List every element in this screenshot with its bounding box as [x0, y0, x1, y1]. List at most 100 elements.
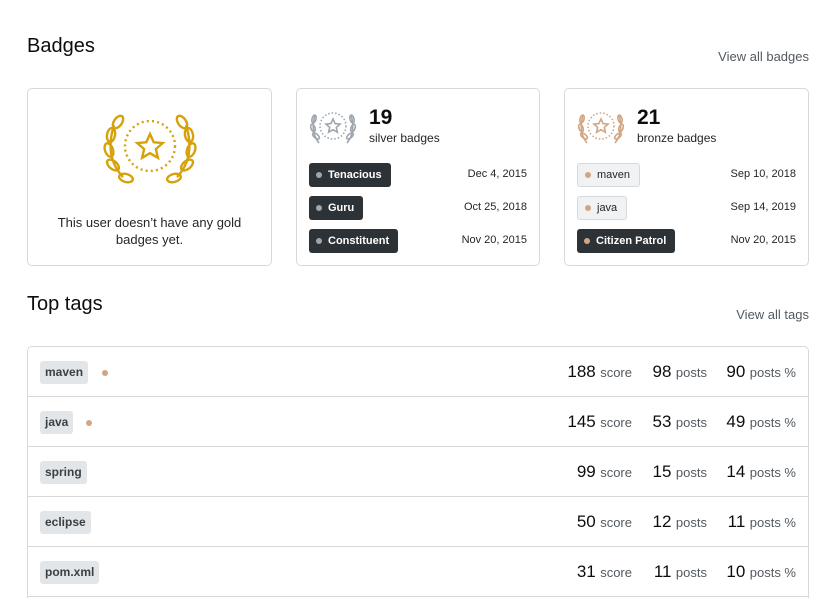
badge-name: Constituent — [328, 235, 390, 247]
bronze-dot-icon — [584, 238, 590, 244]
percent-unit: posts % — [749, 365, 796, 380]
table-row[interactable]: pom.xml 31 score 11 posts 10 posts % — [28, 547, 808, 597]
badge-name: Citizen Patrol — [596, 235, 667, 247]
posts-unit: posts — [675, 515, 707, 530]
badge-date: Nov 20, 2015 — [461, 234, 527, 246]
badge-row: Tenacious Dec 4, 2015 — [309, 163, 527, 187]
tag-posts: 15 posts — [653, 462, 707, 482]
badge-citizen-patrol[interactable]: Citizen Patrol — [577, 229, 676, 253]
posts-unit: posts — [675, 565, 707, 580]
score-unit: score — [600, 565, 632, 580]
tag-maven[interactable]: maven — [40, 361, 89, 384]
badge-name: Tenacious — [328, 169, 382, 181]
tag-posts: 11 posts — [654, 562, 707, 582]
silver-badge-count: 19 — [369, 106, 393, 129]
badge-date: Sep 14, 2019 — [730, 201, 796, 213]
view-all-badges-link[interactable]: View all badges — [718, 49, 809, 64]
tag-posts: 53 posts — [653, 412, 707, 432]
posts-value: 15 — [652, 462, 672, 481]
tag-pom-xml[interactable]: pom.xml — [40, 561, 100, 584]
score-value: 188 — [567, 362, 596, 381]
percent-unit: posts % — [749, 465, 796, 480]
top-tags-header: Top tags View all tags — [27, 293, 809, 323]
tag-score: 50 score — [577, 512, 632, 532]
posts-unit: posts — [675, 365, 707, 380]
tag-posts-percent: 10 posts % — [726, 562, 796, 582]
tag-posts-percent: 14 posts % — [726, 462, 796, 482]
badges-header: Badges View all badges — [27, 35, 809, 65]
bronze-dot-icon — [585, 205, 591, 211]
badge-java[interactable]: java — [577, 196, 628, 220]
tag-java[interactable]: java — [40, 411, 74, 434]
badge-constituent[interactable]: Constituent — [309, 229, 399, 253]
percent-value: 14 — [726, 462, 746, 481]
percent-value: 49 — [726, 412, 746, 431]
badge-date: Oct 25, 2018 — [464, 201, 527, 213]
score-value: 50 — [576, 512, 596, 531]
percent-unit: posts % — [749, 565, 796, 580]
score-value: 99 — [576, 462, 596, 481]
silver-badges-card: 19 silver badges Tenacious Dec 4, 2015 G… — [296, 88, 540, 266]
posts-unit: posts — [675, 415, 707, 430]
view-all-tags-link[interactable]: View all tags — [736, 307, 809, 322]
tag-score: 145 score — [567, 412, 632, 432]
bronze-badge-dot-icon — [102, 370, 108, 376]
badge-name: maven — [597, 169, 631, 181]
tag-score: 99 score — [577, 462, 632, 482]
score-value: 145 — [567, 412, 596, 431]
badge-date: Dec 4, 2015 — [467, 168, 527, 180]
bronze-badge-dot-icon — [86, 420, 92, 426]
badge-row: Constituent Nov 20, 2015 — [309, 229, 527, 253]
table-row[interactable]: java 145 score 53 posts 49 posts % — [28, 397, 808, 447]
bronze-badges-card: 21 bronze badges maven Sep 10, 2018 java… — [564, 88, 809, 266]
badge-guru[interactable]: Guru — [309, 196, 364, 220]
badge-maven[interactable]: maven — [577, 163, 641, 187]
tag-score: 188 score — [567, 362, 632, 382]
posts-value: 11 — [653, 562, 672, 581]
posts-value: 98 — [652, 362, 672, 381]
no-gold-badges-text: This user doesn’t have any gold badges y… — [57, 215, 242, 247]
badge-row: maven Sep 10, 2018 — [577, 163, 796, 187]
laurel-star-icon — [309, 112, 357, 144]
silver-badge-label: silver badges — [369, 131, 440, 145]
gold-badges-card: This user doesn’t have any gold badges y… — [27, 88, 272, 266]
badge-name: java — [597, 202, 618, 214]
posts-value: 12 — [652, 512, 672, 531]
tag-posts-percent: 49 posts % — [726, 412, 796, 432]
tag-spring[interactable]: spring — [40, 461, 87, 484]
table-row[interactable]: maven 188 score 98 posts 90 posts % — [28, 347, 808, 397]
posts-unit: posts — [675, 465, 707, 480]
tag-score: 31 score — [577, 562, 632, 582]
posts-value: 53 — [652, 412, 672, 431]
badge-date: Sep 10, 2018 — [730, 168, 796, 180]
badge-row: Citizen Patrol Nov 20, 2015 — [577, 229, 796, 253]
table-row[interactable]: eclipse 50 score 12 posts 11 posts % — [28, 497, 808, 547]
score-unit: score — [600, 365, 632, 380]
score-unit: score — [600, 515, 632, 530]
badge-tenacious[interactable]: Tenacious — [309, 163, 391, 187]
tag-posts-percent: 11 posts % — [728, 512, 796, 532]
percent-value: 11 — [727, 512, 746, 531]
percent-value: 10 — [726, 562, 746, 581]
laurel-star-icon — [103, 114, 197, 184]
score-unit: score — [600, 465, 632, 480]
tag-posts: 12 posts — [653, 512, 707, 532]
badges-title: Badges — [27, 35, 95, 57]
percent-unit: posts % — [749, 515, 796, 530]
badge-row: java Sep 14, 2019 — [577, 196, 796, 220]
bronze-dot-icon — [585, 172, 591, 178]
silver-dot-icon — [316, 238, 322, 244]
badge-row: Guru Oct 25, 2018 — [309, 196, 527, 220]
percent-value: 90 — [726, 362, 746, 381]
tag-posts: 98 posts — [653, 362, 707, 382]
tag-eclipse[interactable]: eclipse — [40, 511, 91, 534]
silver-dot-icon — [316, 172, 322, 178]
silver-dot-icon — [316, 205, 322, 211]
bronze-badge-count: 21 — [637, 106, 661, 129]
laurel-star-icon — [577, 112, 625, 144]
score-unit: score — [600, 415, 632, 430]
score-value: 31 — [576, 562, 596, 581]
top-tags-title: Top tags — [27, 293, 103, 315]
table-row[interactable]: spring 99 score 15 posts 14 posts % — [28, 447, 808, 497]
percent-unit: posts % — [749, 415, 796, 430]
